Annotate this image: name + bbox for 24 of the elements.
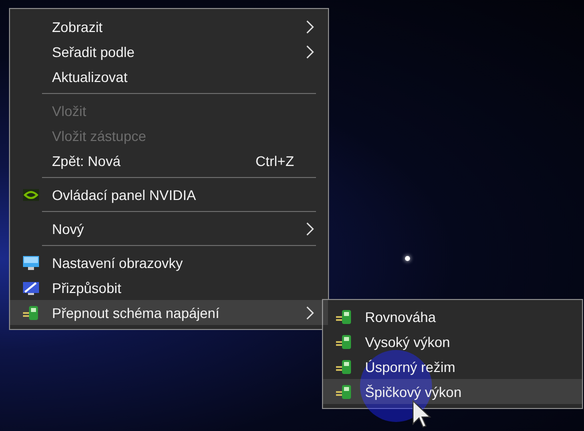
menu-item[interactable]: Vysoký výkon [323,329,582,354]
battery-plug-icon [335,308,353,324]
battery-plug-icon [335,334,353,350]
monitor-icon [22,254,40,270]
eye-logo-icon [22,186,40,202]
menu-item[interactable]: Nastavení obrazovky [10,250,328,275]
battery-plug-icon [335,358,353,374]
menu-item[interactable]: Ovládací panel NVIDIA [10,182,328,207]
chevron-icon [306,44,314,58]
menu-item[interactable]: Aktualizovat [10,64,328,89]
menu-item[interactable]: Zpět: Nová Ctrl+Z [10,148,328,173]
menu-item[interactable]: Seřadit podle [10,39,328,64]
chevron-icon [306,222,314,236]
chevron-icon [306,20,314,34]
chevron-icon [306,306,314,320]
menu-item[interactable]: Špičkový výkon [323,379,582,404]
menu-item[interactable]: Zobrazit [10,14,328,39]
monitor-brush-icon [22,280,40,296]
battery-plug-icon [335,384,353,400]
menu-item[interactable]: Úsporný režim [323,354,582,379]
menu-item[interactable]: Přizpůsobit [10,275,328,300]
menu-item[interactable]: Nový [10,216,328,241]
battery-plug-icon [22,304,40,320]
menu-item[interactable]: Přepnout schéma napájení [10,300,328,325]
